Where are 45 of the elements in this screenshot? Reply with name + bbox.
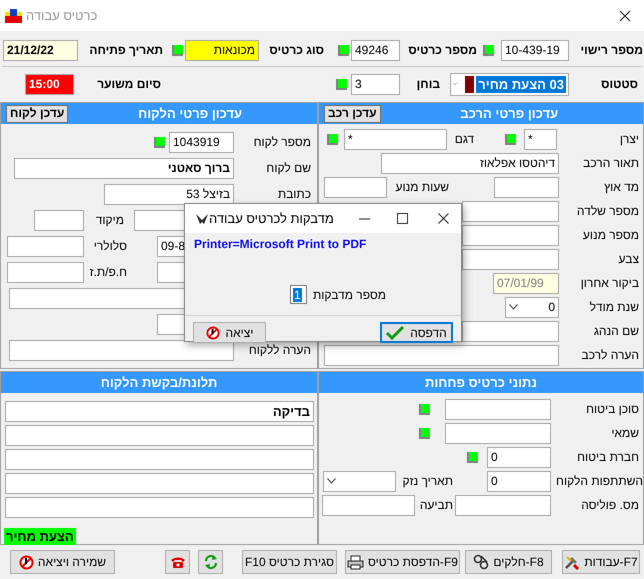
field-label: שם לקוח bbox=[265, 160, 311, 177]
window-title: כרטיס עבודה bbox=[26, 6, 98, 25]
selected-value: 1 bbox=[292, 288, 302, 302]
field-label: דגם bbox=[454, 131, 474, 148]
printer-text: Printer=Microsoft Print to PDF bbox=[193, 236, 368, 253]
field-label: סוכן ביטוח bbox=[585, 401, 639, 418]
field-label: סטטוס bbox=[600, 76, 638, 93]
field-label: כתובת bbox=[276, 186, 311, 203]
field-label: תביעה bbox=[418, 497, 453, 514]
field-label: מספר רישוי bbox=[580, 42, 643, 59]
date-field: 07/01/99 bbox=[493, 272, 559, 294]
status-tag: הצעת מחיר bbox=[4, 528, 76, 545]
field-label: הערה ללקוח bbox=[248, 342, 311, 359]
field-label: מס. פוליסה bbox=[580, 497, 639, 514]
field-label: בוחן bbox=[416, 76, 440, 93]
field-label: השתתפות הלקוח bbox=[557, 473, 643, 490]
field-label: מספר לקוח bbox=[252, 134, 311, 151]
field-label: ח.פ/ת.ז bbox=[88, 264, 127, 281]
field-label: מספר כרטיס bbox=[409, 42, 477, 59]
dialog-title: מדבקות לכרטיס עבודה bbox=[209, 210, 334, 228]
field-label: מיקוד bbox=[94, 212, 124, 229]
field-label: מספר מנוע bbox=[582, 227, 639, 244]
field-label: סיום משוער bbox=[96, 76, 161, 93]
field-label: תאריך נזק bbox=[402, 473, 453, 490]
panel-title: נתוני כרטיס פחחות bbox=[424, 374, 538, 392]
panel-title: עדכון פרטי הרכב bbox=[459, 104, 560, 123]
field-label: מספר שלדה bbox=[576, 203, 639, 220]
field-label: שעות מנוע bbox=[394, 179, 449, 196]
field-label: הערה לרכב bbox=[580, 347, 639, 364]
field-label: תאור הרכב bbox=[582, 155, 639, 172]
field-label: יצרן bbox=[618, 131, 639, 148]
field-label: שנת מודל bbox=[588, 299, 639, 316]
field-label: מד אוץ bbox=[603, 179, 639, 196]
field-label: חברת ביטוח bbox=[576, 449, 639, 466]
field-label: סלולרי bbox=[92, 238, 127, 255]
field-label: מספר מדבקות bbox=[312, 286, 386, 304]
panel-title: תלונת/בקשת הלקוח bbox=[100, 374, 218, 392]
field-label: סוג כרטיס bbox=[268, 42, 324, 59]
field-label: שם הנהג bbox=[592, 323, 639, 340]
selected-value: 03 הצעת מחיר bbox=[476, 76, 566, 92]
field-label: תאריך פתיחה bbox=[88, 42, 163, 59]
panel-title: עדכון פרטי הלקוח bbox=[137, 104, 244, 123]
field-label: צבע bbox=[618, 251, 639, 268]
field-label: ביקור אחרון bbox=[580, 275, 639, 292]
field-label: שמאי bbox=[610, 425, 639, 442]
